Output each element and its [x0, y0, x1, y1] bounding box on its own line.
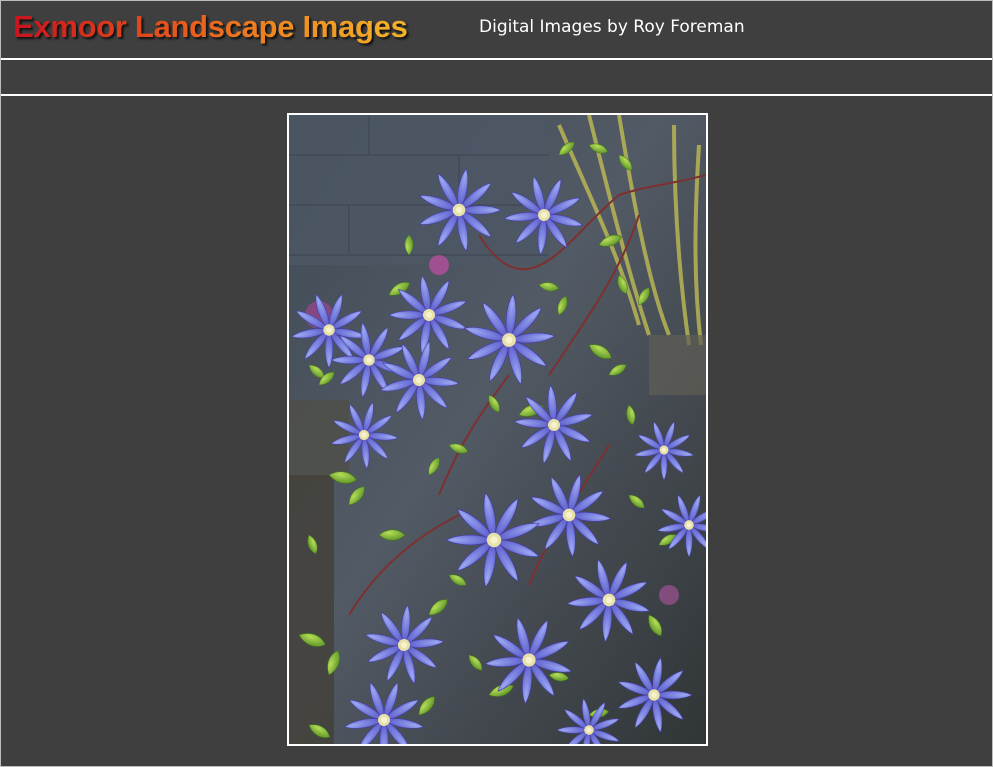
site-header: Exmoor Landscape Images Digital Images b…: [1, 1, 992, 58]
nav-divider: [1, 94, 992, 96]
nav-bar: [1, 60, 992, 94]
clematis-flowers-photo: [289, 115, 706, 744]
site-title[interactable]: Exmoor Landscape Images: [13, 9, 408, 45]
main-photo[interactable]: [287, 113, 708, 746]
site-subtitle: Digital Images by Roy Foreman: [479, 17, 745, 37]
